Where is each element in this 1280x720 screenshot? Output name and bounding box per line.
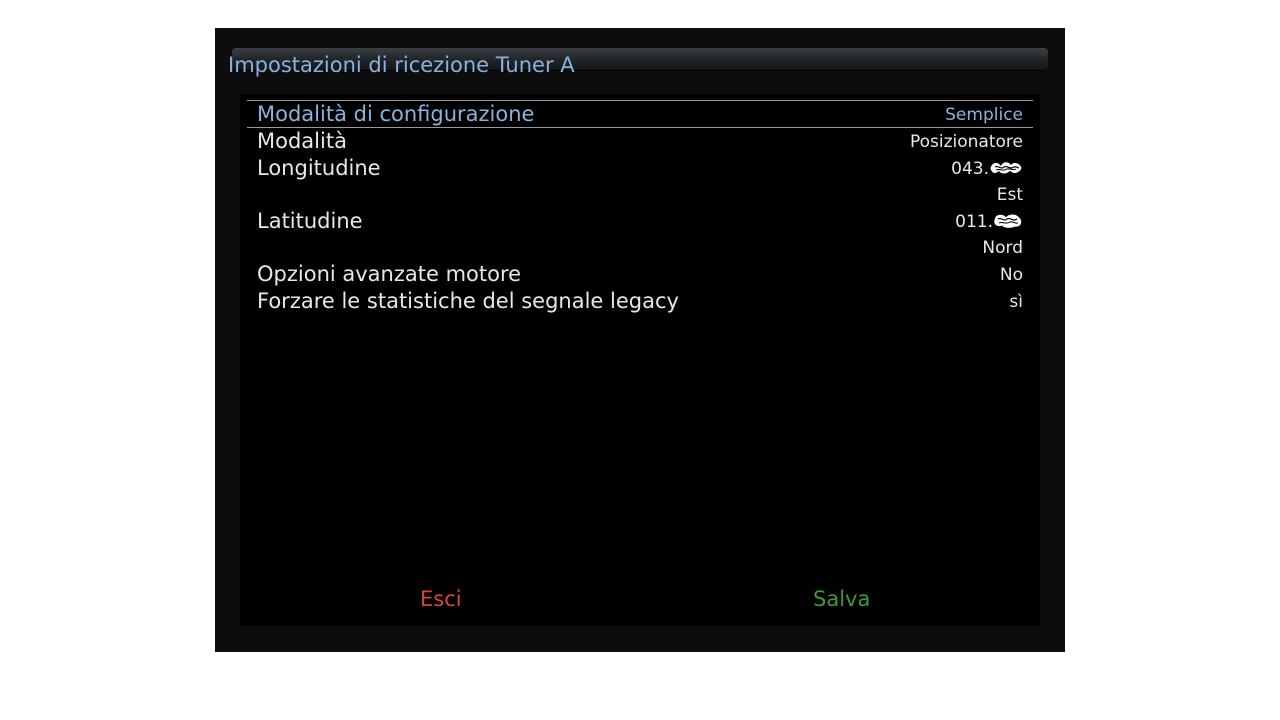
latitude-value-prefix: 011. [955,212,993,232]
longitude-value: 043. [951,156,1023,182]
setting-row-latitude[interactable]: Latitudine 011. [247,208,1033,234]
setting-row-latitude-direction[interactable]: Nord [247,234,1033,260]
setting-label: Modalità di configurazione [257,102,535,126]
redaction-scribble-icon [993,214,1023,228]
tv-osd-screen: Impostazioni di ricezione Tuner A Modali… [215,28,1065,652]
setting-value: Posizionatore [909,132,1023,152]
longitude-direction-value: Est [996,185,1023,205]
setting-label: Longitudine [257,156,381,180]
setting-row-motor-advanced[interactable]: Opzioni avanzate motore No [247,261,1033,287]
setting-value: sì [1009,292,1023,312]
setting-row-longitude-direction[interactable]: Est [247,181,1033,207]
setting-value: Semplice [945,105,1023,125]
latitude-direction-value: Nord [982,238,1023,258]
setting-value: No [999,265,1023,285]
setting-row-longitude[interactable]: Longitudine 043. [247,155,1033,181]
page-title: Impostazioni di ricezione Tuner A [228,53,575,77]
setting-label: Latitudine [257,209,363,233]
setting-row-legacy-signal-stats[interactable]: Forzare le statistiche del segnale legac… [247,288,1033,314]
latitude-value: 011. [955,209,1023,235]
redaction-scribble-icon [989,161,1023,175]
setting-label: Modalità [257,129,347,153]
save-button[interactable]: Salva [813,586,870,612]
longitude-value-prefix: 043. [951,159,989,179]
setting-row-configuration-mode[interactable]: Modalità di configurazione Semplice [247,100,1033,128]
settings-panel: Modalità di configurazione Semplice Moda… [240,94,1040,626]
setting-row-mode[interactable]: Modalità Posizionatore [247,128,1033,154]
exit-button[interactable]: Esci [420,586,462,612]
setting-label: Forzare le statistiche del segnale legac… [257,289,679,313]
setting-label: Opzioni avanzate motore [257,262,522,286]
